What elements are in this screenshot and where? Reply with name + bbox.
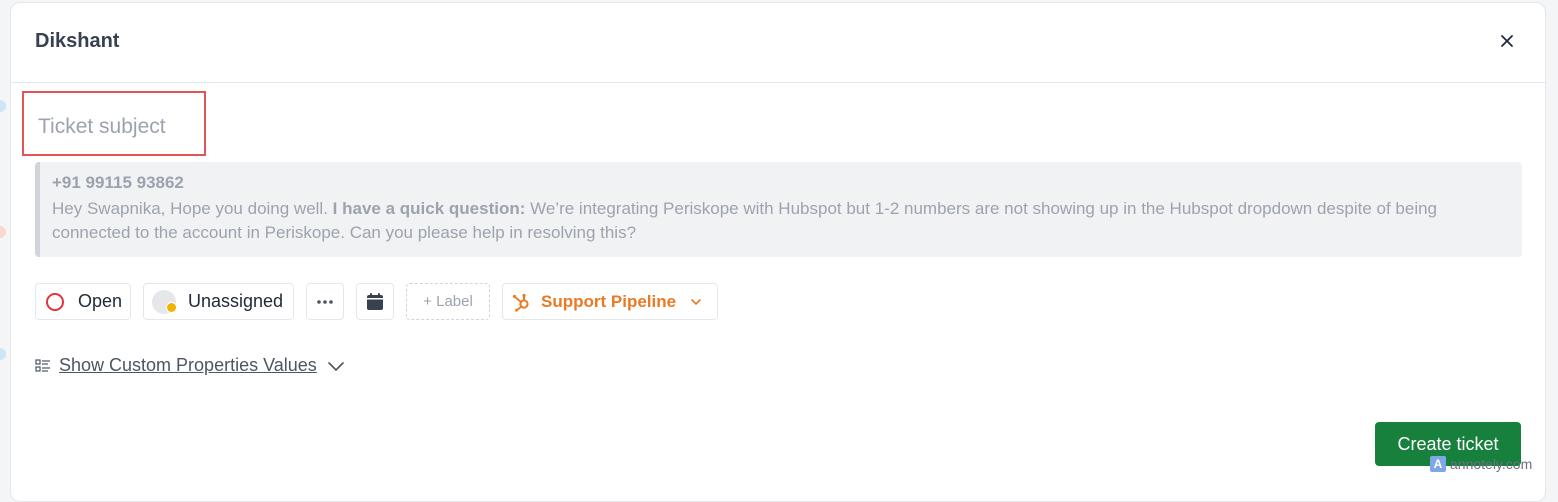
assignee-dropdown[interactable]: Unassigned <box>143 283 294 320</box>
annotely-logo-icon: A <box>1430 456 1446 472</box>
assignee-label: Unassigned <box>188 291 284 311</box>
status-dropdown[interactable]: Open <box>35 283 131 320</box>
message-sender-phone: +91 99115 93862 <box>52 173 184 192</box>
background-avatar <box>0 100 6 112</box>
background-avatar <box>0 348 6 360</box>
hubspot-icon <box>512 293 529 312</box>
ticket-subject-highlight <box>22 91 206 156</box>
create-ticket-modal: Dikshant +91 99115 93862 Hey Swapnika, H… <box>10 2 1546 502</box>
background-avatar <box>0 226 6 238</box>
show-custom-properties-label: Show Custom Properties Values <box>59 355 317 375</box>
message-text-bold: I have a quick question: <box>332 199 526 218</box>
more-options-button[interactable] <box>306 283 344 320</box>
show-custom-properties-toggle[interactable]: Show Custom Properties Values <box>35 355 345 376</box>
ellipsis-icon <box>317 299 333 304</box>
calendar-icon <box>367 292 383 310</box>
pipeline-dropdown[interactable]: Support Pipeline <box>502 283 718 320</box>
add-label-text: + Label <box>423 293 473 310</box>
close-button[interactable] <box>1497 31 1517 51</box>
close-icon <box>1501 35 1513 47</box>
message-text-start: Hey Swapnika, Hope you doing well. <box>52 199 333 218</box>
message-quote: +91 99115 93862 Hey Swapnika, Hope you d… <box>35 162 1522 257</box>
list-icon <box>35 358 50 372</box>
message-text: Hey Swapnika, Hope you doing well. I hav… <box>52 199 1437 242</box>
watermark: A annotely.com <box>1430 456 1532 472</box>
chevron-down-icon <box>327 361 344 371</box>
due-date-button[interactable] <box>356 283 394 320</box>
add-label-button[interactable]: + Label <box>406 283 490 320</box>
status-open-icon <box>46 292 64 311</box>
ticket-subject-input[interactable] <box>36 114 200 140</box>
status-label: Open <box>78 291 123 311</box>
unassigned-avatar-icon <box>152 289 177 314</box>
watermark-text: annotely.com <box>1450 456 1533 472</box>
modal-title: Dikshant <box>35 30 120 52</box>
chevron-down-icon <box>691 298 701 305</box>
status-dot <box>166 301 177 313</box>
pipeline-label: Support Pipeline <box>541 291 677 311</box>
modal-header: Dikshant <box>11 3 1545 83</box>
